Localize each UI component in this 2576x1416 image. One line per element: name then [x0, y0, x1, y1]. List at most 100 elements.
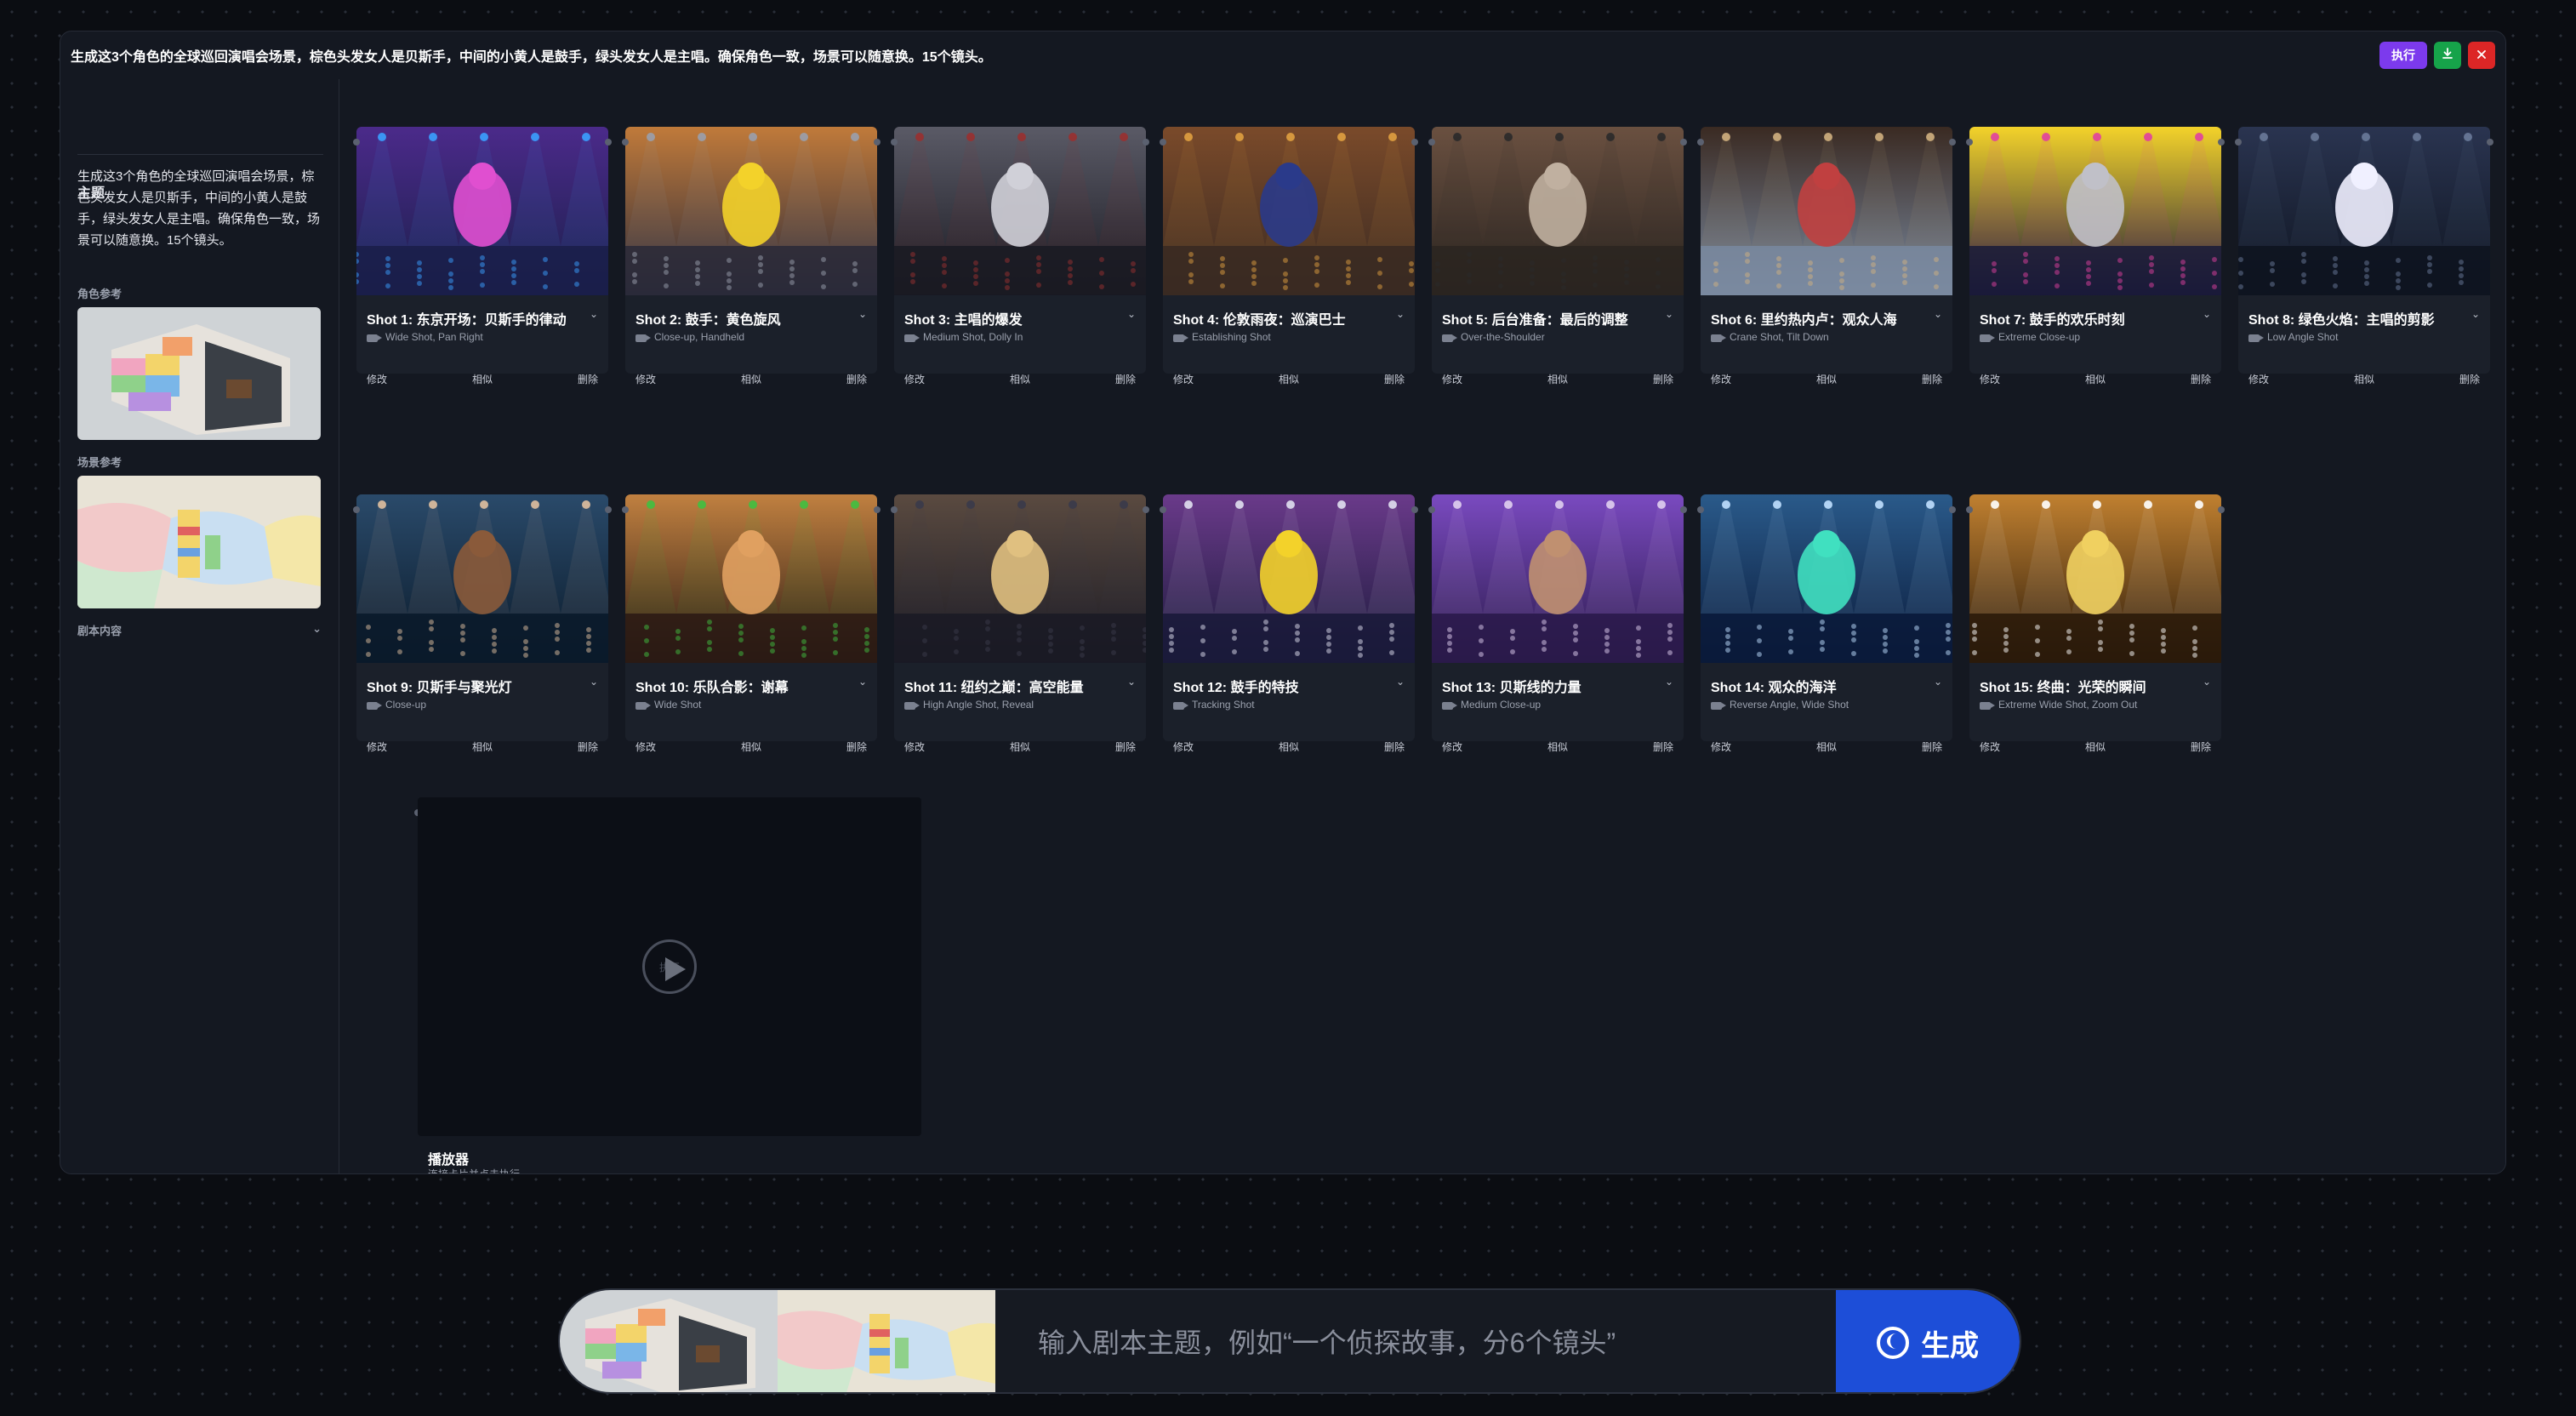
delete-button[interactable]: 删除	[578, 739, 598, 754]
shot-card[interactable]: Shot 10: 乐队合影：谢幕 ⌄ Wide Shot 修改 相似 删除	[622, 494, 881, 767]
input-port[interactable]	[1428, 506, 1435, 513]
input-port[interactable]	[1697, 506, 1704, 513]
shot-card[interactable]: Shot 4: 伦敦雨夜：巡演巴士 ⌄ Establishing Shot 修改…	[1160, 127, 1418, 399]
shot-card[interactable]: Shot 1: 东京开场：贝斯手的律动 ⌄ Wide Shot, Pan Rig…	[353, 127, 612, 399]
character-ref-image[interactable]	[77, 307, 321, 440]
shot-card-body[interactable]: Shot 1: 东京开场：贝斯手的律动 ⌄ Wide Shot, Pan Rig…	[356, 127, 608, 374]
similar-button[interactable]: 相似	[1010, 739, 1030, 754]
delete-button[interactable]: 删除	[1115, 739, 1136, 754]
edit-button[interactable]: 修改	[1980, 739, 2000, 754]
input-port[interactable]	[1160, 139, 1166, 146]
shot-card[interactable]: Shot 12: 鼓手的特技 ⌄ Tracking Shot 修改 相似 删除	[1160, 494, 1418, 767]
delete-button[interactable]: 删除	[2191, 739, 2211, 754]
delete-button[interactable]: 删除	[2191, 372, 2211, 386]
chevron-down-icon[interactable]: ⌄	[590, 676, 598, 688]
delete-button[interactable]: 删除	[1115, 372, 1136, 386]
shot-card-body[interactable]: Shot 6: 里约热内卢：观众人海 ⌄ Crane Shot, Tilt Do…	[1701, 127, 1952, 374]
shot-image[interactable]	[1701, 494, 1952, 663]
shot-card[interactable]: Shot 15: 终曲：光荣的瞬间 ⌄ Extreme Wide Shot, Z…	[1966, 494, 2225, 767]
shot-image[interactable]	[894, 494, 1146, 663]
shot-card[interactable]: Shot 14: 观众的海洋 ⌄ Reverse Angle, Wide Sho…	[1697, 494, 1956, 767]
output-port[interactable]	[2218, 139, 2225, 146]
output-port[interactable]	[1411, 139, 1418, 146]
output-port[interactable]	[1949, 506, 1956, 513]
edit-button[interactable]: 修改	[2248, 372, 2269, 386]
similar-button[interactable]: 相似	[472, 739, 493, 754]
input-port[interactable]	[1966, 506, 1973, 513]
generator-character-thumb[interactable]	[560, 1290, 778, 1392]
generate-button[interactable]: 生成	[1836, 1290, 2020, 1392]
edit-button[interactable]: 修改	[1442, 372, 1462, 386]
edit-button[interactable]: 修改	[367, 372, 387, 386]
output-port[interactable]	[874, 139, 881, 146]
delete-button[interactable]: 删除	[1384, 739, 1405, 754]
edit-button[interactable]: 修改	[367, 739, 387, 754]
shot-image[interactable]	[625, 127, 877, 295]
edit-button[interactable]: 修改	[904, 739, 925, 754]
output-port[interactable]	[874, 506, 881, 513]
shot-image[interactable]	[1701, 127, 1952, 295]
input-port[interactable]	[1697, 139, 1704, 146]
edit-button[interactable]: 修改	[635, 739, 656, 754]
shot-card-body[interactable]: Shot 13: 贝斯线的力量 ⌄ Medium Close-up	[1432, 494, 1684, 741]
input-port[interactable]	[2235, 139, 2242, 146]
similar-button[interactable]: 相似	[2354, 372, 2374, 386]
delete-button[interactable]: 删除	[578, 372, 598, 386]
play-button[interactable]: 执行	[642, 939, 697, 994]
output-port[interactable]	[1680, 139, 1687, 146]
output-port[interactable]	[1143, 139, 1149, 146]
shot-image[interactable]	[356, 494, 608, 663]
shot-image[interactable]	[625, 494, 877, 663]
shot-card-body[interactable]: Shot 5: 后台准备：最后的调整 ⌄ Over-the-Shoulder	[1432, 127, 1684, 374]
similar-button[interactable]: 相似	[1547, 739, 1568, 754]
output-port[interactable]	[1949, 139, 1956, 146]
similar-button[interactable]: 相似	[2085, 372, 2106, 386]
chevron-down-icon[interactable]: ⌄	[2203, 676, 2211, 688]
input-port[interactable]	[1428, 139, 1435, 146]
similar-button[interactable]: 相似	[1279, 372, 1299, 386]
script-content-toggle[interactable]: 剧本内容 ⌄	[77, 622, 322, 638]
edit-button[interactable]: 修改	[1173, 739, 1194, 754]
shot-card-body[interactable]: Shot 11: 纽约之巅：高空能量 ⌄ High Angle Shot, Re…	[894, 494, 1146, 741]
chevron-down-icon[interactable]: ⌄	[1127, 676, 1136, 688]
shot-card-body[interactable]: Shot 3: 主唱的爆发 ⌄ Medium Shot, Dolly In	[894, 127, 1146, 374]
output-port[interactable]	[605, 139, 612, 146]
chevron-down-icon[interactable]: ⌄	[858, 308, 867, 320]
player-card[interactable]: 执行 播放器 连接卡片并点击执行	[414, 797, 921, 1173]
shot-image[interactable]	[1432, 127, 1684, 295]
chevron-down-icon[interactable]: ⌄	[1127, 308, 1136, 320]
similar-button[interactable]: 相似	[741, 372, 761, 386]
output-port[interactable]	[1143, 506, 1149, 513]
shot-card[interactable]: Shot 9: 贝斯手与聚光灯 ⌄ Close-up 修改 相似 删除	[353, 494, 612, 767]
shot-card-body[interactable]: Shot 9: 贝斯手与聚光灯 ⌄ Close-up	[356, 494, 608, 741]
shot-card-body[interactable]: Shot 7: 鼓手的欢乐时刻 ⌄ Extreme Close-up	[1969, 127, 2221, 374]
shot-card[interactable]: Shot 11: 纽约之巅：高空能量 ⌄ High Angle Shot, Re…	[891, 494, 1149, 767]
shot-card-body[interactable]: Shot 12: 鼓手的特技 ⌄ Tracking Shot	[1163, 494, 1415, 741]
edit-button[interactable]: 修改	[904, 372, 925, 386]
similar-button[interactable]: 相似	[1816, 372, 1837, 386]
similar-button[interactable]: 相似	[472, 372, 493, 386]
shot-image[interactable]	[2238, 127, 2490, 295]
shot-card-body[interactable]: Shot 10: 乐队合影：谢幕 ⌄ Wide Shot	[625, 494, 877, 741]
shot-card-body[interactable]: Shot 14: 观众的海洋 ⌄ Reverse Angle, Wide Sho…	[1701, 494, 1952, 741]
edit-button[interactable]: 修改	[1711, 739, 1731, 754]
delete-button[interactable]: 删除	[846, 739, 867, 754]
delete-button[interactable]: 删除	[1653, 739, 1673, 754]
shot-image[interactable]	[1163, 494, 1415, 663]
shot-card[interactable]: Shot 5: 后台准备：最后的调整 ⌄ Over-the-Shoulder 修…	[1428, 127, 1687, 399]
output-port[interactable]	[2218, 506, 2225, 513]
shot-image[interactable]	[1969, 127, 2221, 295]
chevron-down-icon[interactable]: ⌄	[2471, 308, 2480, 320]
topic-input[interactable]	[995, 1290, 1851, 1392]
edit-button[interactable]: 修改	[1711, 372, 1731, 386]
input-port[interactable]	[353, 506, 360, 513]
shot-image[interactable]	[894, 127, 1146, 295]
similar-button[interactable]: 相似	[1010, 372, 1030, 386]
shot-card[interactable]: Shot 7: 鼓手的欢乐时刻 ⌄ Extreme Close-up 修改 相似…	[1966, 127, 2225, 399]
input-port[interactable]	[622, 506, 629, 513]
input-port[interactable]	[1966, 139, 1973, 146]
output-port[interactable]	[1411, 506, 1418, 513]
delete-button[interactable]: 删除	[2459, 372, 2480, 386]
shot-image[interactable]	[1432, 494, 1684, 663]
shot-card-body[interactable]: Shot 8: 绿色火焰：主唱的剪影 ⌄ Low Angle Shot	[2238, 127, 2490, 374]
